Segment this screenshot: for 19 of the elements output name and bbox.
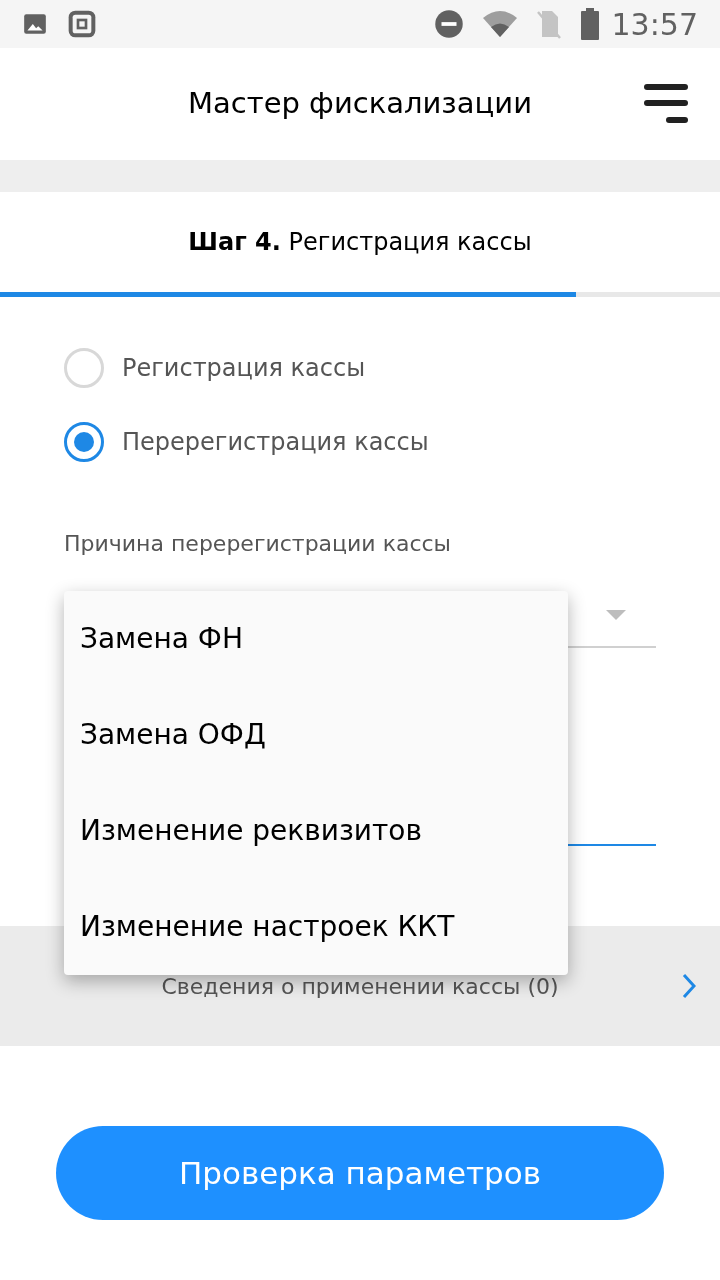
screen-title: Мастер фискализации: [188, 85, 532, 123]
dropdown-arrow-icon: [606, 610, 626, 620]
menu-item[interactable]: Изменение реквизитов: [64, 783, 568, 879]
field-label: Причина перерегистрации кассы: [64, 531, 451, 556]
wifi-icon: [481, 10, 518, 38]
menu-item[interactable]: Замена ОФД: [64, 687, 568, 783]
radio-option[interactable]: Перерегистрация кассы: [64, 421, 656, 463]
do-not-disturb-icon: [433, 9, 464, 39]
radio-option[interactable]: Регистрация кассы: [64, 347, 656, 389]
menu-item[interactable]: Замена ФН: [64, 591, 568, 687]
menu-icon[interactable]: [644, 84, 688, 124]
image-icon: [22, 11, 48, 37]
status-time: 13:57: [611, 5, 698, 44]
menu-item[interactable]: Изменение настроек ККТ: [64, 879, 568, 975]
no-sim-icon: [535, 9, 562, 39]
battery-icon: [579, 8, 600, 40]
square-icon: [66, 8, 98, 40]
step-title: Шаг 4. Регистрация кассы: [188, 227, 532, 258]
chevron-right-icon[interactable]: [682, 973, 696, 999]
